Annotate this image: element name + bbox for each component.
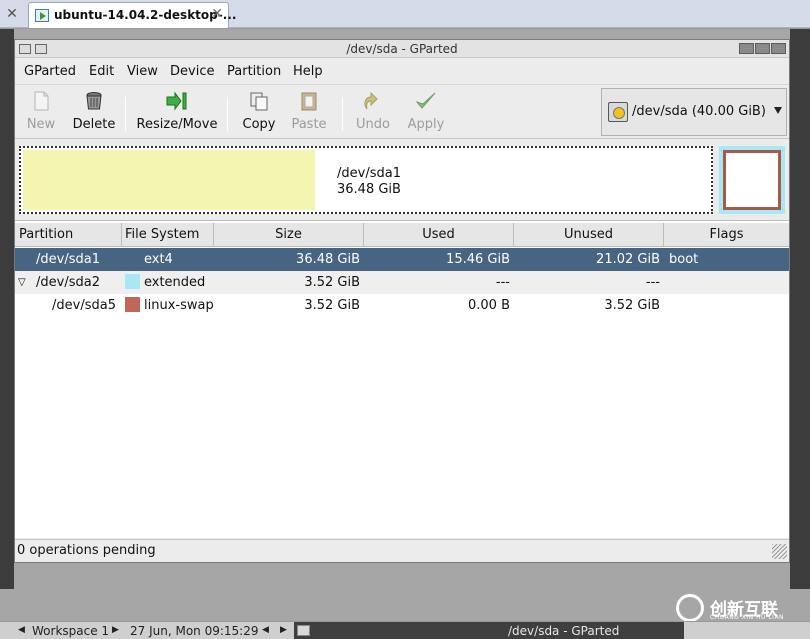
maximize-button[interactable] <box>755 43 770 54</box>
window-title: /dev/sda - GParted <box>346 42 458 56</box>
menu-bar: GParted Edit View Device Partition Help <box>15 59 789 83</box>
menu-help[interactable]: Help <box>293 64 323 79</box>
resize-grip-icon[interactable] <box>772 544 787 559</box>
table-header: Partition File System Size Used Unused F… <box>15 223 789 247</box>
checkmark-icon <box>415 92 436 109</box>
paste-button[interactable]: Paste <box>287 89 331 135</box>
toolbar-separator <box>342 97 343 131</box>
cell-file-system: extended <box>144 275 206 290</box>
undo-button[interactable]: Undo <box>351 89 395 135</box>
close-icon[interactable]: ✕ <box>211 6 223 22</box>
toolbar-separator <box>227 97 228 131</box>
cell-used: --- <box>495 275 510 290</box>
copy-button[interactable]: Copy <box>237 89 281 135</box>
partition-block-sda2[interactable] <box>719 146 785 214</box>
table-row[interactable]: /dev/sda1 ext4 36.48 GiB 15.46 GiB 21.02… <box>15 248 789 271</box>
task-next-icon[interactable]: ▶ <box>280 625 287 635</box>
cell-unused: --- <box>645 275 660 290</box>
cell-file-system: ext4 <box>144 252 173 267</box>
cell-partition: /dev/sda2 <box>36 275 100 290</box>
trash-icon <box>86 92 102 110</box>
minimize-button[interactable] <box>739 43 754 54</box>
toolbar: New Delete Resize/Move Copy Paste Undo A… <box>15 84 789 139</box>
workspace-prev-icon[interactable]: ◀ <box>18 625 25 635</box>
hard-disk-icon <box>608 102 628 122</box>
cell-used: 15.46 GiB <box>446 252 510 267</box>
menu-view[interactable]: View <box>127 64 158 79</box>
partition-map-name: /dev/sda1 <box>337 166 401 181</box>
watermark-logo-icon <box>676 594 704 622</box>
partition-map: /dev/sda1 36.48 GiB <box>15 140 789 218</box>
column-header-unused[interactable]: Unused <box>514 223 664 247</box>
paste-clipboard-icon <box>301 92 317 111</box>
column-header-file-system[interactable]: File System <box>122 223 214 247</box>
filesystem-color-swatch <box>125 274 140 289</box>
workspace-next-icon[interactable]: ▶ <box>112 625 119 635</box>
desktop-edge-left <box>0 29 14 589</box>
vm-icon <box>35 9 49 22</box>
column-header-partition[interactable]: Partition <box>15 223 122 247</box>
cell-unused: 21.02 GiB <box>596 252 660 267</box>
new-button[interactable]: New <box>21 89 61 135</box>
host-tab-bar: ✕ ubuntu-14.04.2-desktop-... ✕ <box>0 0 810 28</box>
taskbar-task-title: /dev/sda - GParted <box>508 624 620 638</box>
partition-map-label: /dev/sda1 36.48 GiB <box>337 166 401 198</box>
menu-device[interactable]: Device <box>170 64 214 79</box>
cell-unused: 3.52 GiB <box>604 298 660 313</box>
partition-usage-fill <box>23 150 315 210</box>
host-tab-title: ubuntu-14.04.2-desktop-... <box>54 8 237 22</box>
status-text: 0 operations pending <box>17 543 156 558</box>
column-header-used[interactable]: Used <box>364 223 514 247</box>
menu-gparted[interactable]: GParted <box>24 64 76 79</box>
cell-partition: /dev/sda5 <box>52 298 116 313</box>
undo-icon <box>364 91 378 110</box>
resize-move-button[interactable]: Resize/Move <box>133 89 221 135</box>
cell-size: 36.48 GiB <box>296 252 360 267</box>
partition-block-sda5[interactable] <box>723 150 781 210</box>
copy-icon <box>250 92 268 111</box>
partition-table: Partition File System Size Used Unused F… <box>15 220 789 538</box>
toolbar-separator <box>125 97 126 131</box>
cell-flags: boot <box>669 252 699 267</box>
apply-button[interactable]: Apply <box>403 89 449 135</box>
cell-size: 3.52 GiB <box>304 275 360 290</box>
delete-button[interactable]: Delete <box>69 89 119 135</box>
device-selector-label: /dev/sda (40.00 GiB) <box>632 104 766 119</box>
clock: 27 Jun, Mon 09:15:29 <box>130 624 259 638</box>
gparted-task-icon <box>297 625 310 636</box>
column-header-flags[interactable]: Flags <box>664 223 789 247</box>
cell-used: 0.00 B <box>468 298 510 313</box>
column-header-size[interactable]: Size <box>214 223 364 247</box>
device-selector[interactable]: /dev/sda (40.00 GiB) <box>601 88 787 136</box>
desktop-edge-right <box>790 29 810 589</box>
resize-arrows-icon <box>166 91 187 111</box>
partition-block-sda1[interactable]: /dev/sda1 36.48 GiB <box>19 146 713 214</box>
table-row[interactable]: ▽ /dev/sda2 extended 3.52 GiB --- --- <box>15 271 789 294</box>
chevron-down-icon[interactable] <box>774 107 782 114</box>
menu-edit[interactable]: Edit <box>89 64 114 79</box>
close-icon[interactable]: ✕ <box>2 4 22 24</box>
taskbar: ◀ Workspace 1 ▶ 27 Jun, Mon 09:15:29 ◀ ▶… <box>0 621 810 639</box>
new-document-icon <box>34 91 49 111</box>
table-row[interactable]: /dev/sda5 linux-swap 3.52 GiB 0.00 B 3.5… <box>15 294 789 317</box>
gparted-window: /dev/sda - GParted GParted Edit View Dev… <box>14 39 790 563</box>
menu-partition[interactable]: Partition <box>227 64 281 79</box>
cell-size: 3.52 GiB <box>304 298 360 313</box>
workspace-label[interactable]: Workspace 1 <box>32 624 109 638</box>
close-button[interactable] <box>771 43 786 54</box>
watermark-sub: CHUANG XIN HU LIAN <box>710 614 785 621</box>
filesystem-color-swatch <box>125 297 140 312</box>
host-tab-ubuntu[interactable]: ubuntu-14.04.2-desktop-... ✕ <box>28 2 236 28</box>
title-bar[interactable]: /dev/sda - GParted <box>15 40 789 58</box>
task-prev-icon[interactable]: ◀ <box>262 625 269 635</box>
taskbar-task-gparted[interactable]: /dev/sda - GParted <box>294 622 684 639</box>
expander-triangle-icon[interactable]: ▽ <box>18 277 26 288</box>
status-bar: 0 operations pending <box>15 539 789 562</box>
partition-map-size: 36.48 GiB <box>337 182 401 197</box>
cell-partition: /dev/sda1 <box>36 252 100 267</box>
watermark: 创新互联 CHUANG XIN HU LIAN <box>674 592 810 622</box>
cell-file-system: linux-swap <box>144 298 214 313</box>
